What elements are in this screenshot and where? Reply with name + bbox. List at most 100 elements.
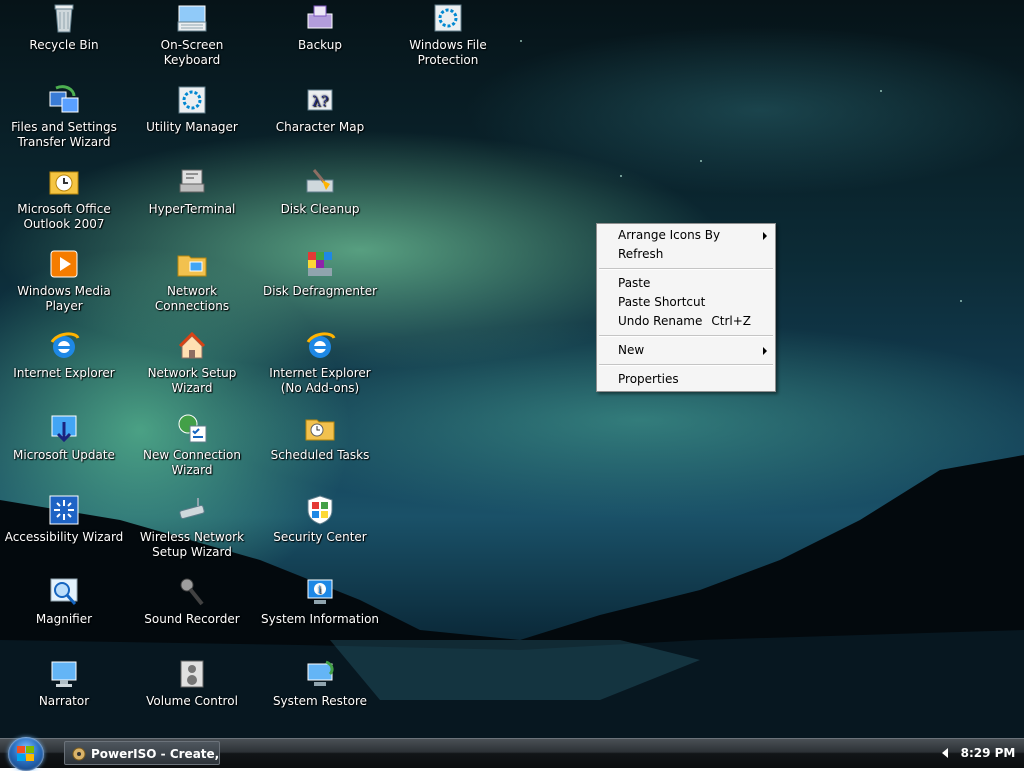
svg-text:λ?: λ? [312, 94, 328, 110]
svg-text:i: i [318, 585, 321, 596]
menu-item-shortcut: Ctrl+Z [711, 314, 751, 328]
desktop-icon-media-player[interactable]: Windows Media Player [1, 248, 127, 314]
desktop-icon-label: Network Connections [154, 284, 230, 313]
outlook-icon [48, 166, 80, 198]
desktop-icon-label: Disk Cleanup [280, 202, 360, 216]
desktop-icon-hyperterminal[interactable]: HyperTerminal [129, 166, 255, 217]
disk-cleanup-icon [304, 166, 336, 198]
desktop-icon-label: Security Center [273, 530, 367, 544]
star [620, 175, 622, 177]
chevron-left-icon[interactable] [942, 748, 948, 758]
backup-icon [304, 2, 336, 34]
star [520, 40, 522, 42]
desktop-icon-network-connections[interactable]: Network Connections [129, 248, 255, 314]
desktop-icon-utility-manager[interactable]: Utility Manager [129, 84, 255, 135]
menu-separator [599, 364, 773, 366]
desktop-icon-microsoft-update[interactable]: Microsoft Update [1, 412, 127, 463]
desktop[interactable]: Recycle Bin Files and Settings Transfer … [0, 0, 1024, 738]
desktop-icon-label: Recycle Bin [29, 38, 99, 52]
menu-item-new[interactable]: New [597, 341, 775, 360]
menu-separator [599, 268, 773, 270]
desktop-icon-label: Scheduled Tasks [270, 448, 370, 462]
desktop-icon-internet-explorer[interactable]: Internet Explorer [1, 330, 127, 381]
desktop-icon-narrator[interactable]: Narrator [1, 658, 127, 709]
sound-recorder-icon [176, 576, 208, 608]
desktop-icon-new-connection-wizard[interactable]: New Connection Wizard [129, 412, 255, 478]
menu-item-properties[interactable]: Properties [597, 370, 775, 389]
system-information-icon: i [304, 576, 336, 608]
magnifier-icon [48, 576, 80, 608]
desktop-icon-wireless-network-setup[interactable]: Wireless Network Setup Wizard [129, 494, 255, 560]
desktop-icon-sound-recorder[interactable]: Sound Recorder [129, 576, 255, 627]
volume-control-icon [176, 658, 208, 690]
desktop-icon-label: Windows Media Player [17, 284, 111, 313]
start-button[interactable] [8, 737, 44, 771]
desktop-icon-label: Disk Defragmenter [262, 284, 378, 298]
desktop-icon-label: Microsoft Update [13, 448, 115, 462]
desktop-icon-label: Utility Manager [146, 120, 238, 134]
file-protection-icon [432, 2, 464, 34]
desktop-icon-backup[interactable]: Backup [257, 2, 383, 53]
narrator-icon [48, 658, 80, 690]
media-player-icon [48, 248, 80, 280]
desktop-icon-network-setup-wizard[interactable]: Network Setup Wizard [129, 330, 255, 396]
menu-item-label: Paste [618, 276, 651, 290]
desktop-icon-character-map[interactable]: λ? Character Map [257, 84, 383, 135]
star [880, 90, 882, 92]
microsoft-update-icon [48, 412, 80, 444]
menu-item-refresh[interactable]: Refresh [597, 245, 775, 264]
desktop-icon-transfer-wizard[interactable]: Files and Settings Transfer Wizard [1, 84, 127, 150]
menu-item-label: Properties [618, 372, 679, 386]
recycle-bin-icon [48, 2, 80, 34]
security-center-icon [304, 494, 336, 526]
disk-defragmenter-icon [304, 248, 336, 280]
desktop-icon-label: On-Screen Keyboard [160, 38, 224, 67]
desktop-icon-label: Narrator [38, 694, 90, 708]
menu-item-label: New [618, 343, 645, 357]
taskbar: PowerISO - Create, B... 8:29 PM [0, 737, 1024, 771]
desktop-icon-label: Network Setup Wizard [147, 366, 237, 395]
desktop-icon-system-restore[interactable]: System Restore [257, 658, 383, 709]
desktop-icon-on-screen-keyboard[interactable]: On-Screen Keyboard [129, 2, 255, 68]
desktop-icon-volume-control[interactable]: Volume Control [129, 658, 255, 709]
desktop-icon-magnifier[interactable]: Magnifier [1, 576, 127, 627]
desktop-icon-label: System Information [260, 612, 380, 626]
desktop-icon-label: Volume Control [146, 694, 238, 708]
scheduled-tasks-icon [304, 412, 336, 444]
submenu-arrow-icon [763, 347, 767, 355]
desktop-icon-internet-explorer-no-addons[interactable]: Internet Explorer (No Add-ons) [257, 330, 383, 396]
desktop-icon-label: Sound Recorder [144, 612, 240, 626]
desktop-icon-label: Windows File Protection [409, 38, 487, 67]
menu-item-arrange-icons-by[interactable]: Arrange Icons By [597, 226, 775, 245]
utility-manager-icon [176, 84, 208, 116]
menu-item-label: Refresh [618, 247, 664, 261]
desktop-icon-disk-cleanup[interactable]: Disk Cleanup [257, 166, 383, 217]
internet-explorer-noaddons-icon [304, 330, 336, 362]
desktop-icon-label: Internet Explorer [13, 366, 115, 380]
system-restore-icon [304, 658, 336, 690]
menu-item-paste-shortcut[interactable]: Paste Shortcut [597, 293, 775, 312]
keyboard-icon [176, 2, 208, 34]
menu-item-undo-rename[interactable]: Undo Rename Ctrl+Z [597, 312, 775, 331]
transfer-wizard-icon [48, 84, 80, 116]
taskbar-clock[interactable]: 8:29 PM [958, 739, 1018, 769]
desktop-icon-recycle-bin[interactable]: Recycle Bin [1, 2, 127, 53]
desktop-icon-outlook[interactable]: Microsoft Office Outlook 2007 [1, 166, 127, 232]
desktop-icon-system-information[interactable]: i System Information [257, 576, 383, 627]
desktop-icon-accessibility-wizard[interactable]: Accessibility Wizard [1, 494, 127, 545]
poweriso-icon [72, 747, 86, 761]
taskbar-button-poweriso[interactable]: PowerISO - Create, B... [64, 741, 220, 765]
desktop-icon-label: New Connection Wizard [143, 448, 241, 477]
desktop-icon-disk-defragmenter[interactable]: Disk Defragmenter [257, 248, 383, 299]
star [960, 300, 962, 302]
new-connection-icon [176, 412, 208, 444]
character-map-icon: λ? [304, 84, 336, 116]
desktop-icon-windows-file-protection[interactable]: Windows File Protection [385, 2, 511, 68]
desktop-icon-label: Internet Explorer (No Add-ons) [269, 366, 371, 395]
desktop-icon-label: Accessibility Wizard [4, 530, 124, 544]
menu-item-label: Paste Shortcut [618, 295, 706, 309]
desktop-icon-security-center[interactable]: Security Center [257, 494, 383, 545]
menu-item-paste[interactable]: Paste [597, 274, 775, 293]
desktop-icon-scheduled-tasks[interactable]: Scheduled Tasks [257, 412, 383, 463]
desktop-icon-label: Files and Settings Transfer Wizard [11, 120, 117, 149]
